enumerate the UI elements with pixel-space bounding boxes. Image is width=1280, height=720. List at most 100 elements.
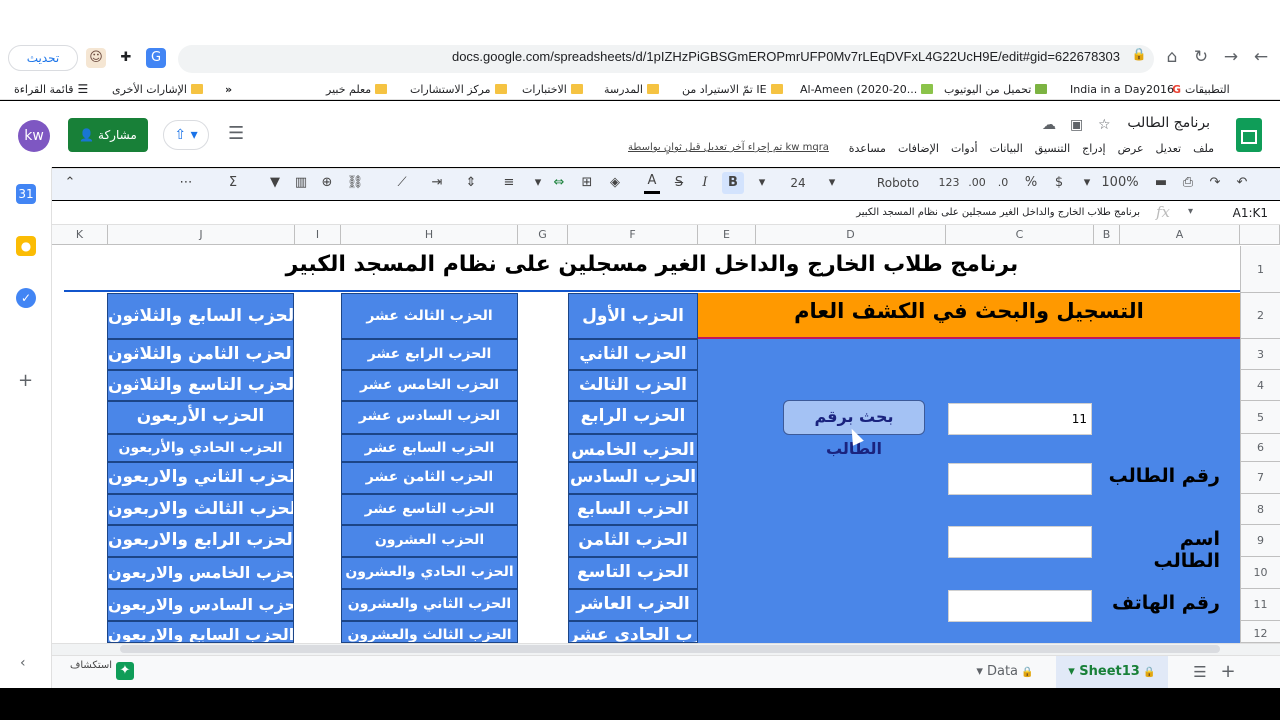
row-header-5[interactable]: 5 <box>1240 401 1280 434</box>
row-header-6[interactable]: 6 <box>1240 434 1280 462</box>
insert-comment-icon[interactable]: ⊕ <box>318 172 336 194</box>
column-header-j[interactable]: J <box>108 225 295 245</box>
decrease-decimal-button[interactable]: .0 <box>996 172 1010 194</box>
hizb-cell-j[interactable]: الحزب الثاني والاربعون <box>107 462 294 494</box>
translate-icon[interactable]: G <box>146 48 166 68</box>
url-text[interactable]: docs.google.com/spreadsheets/d/1pIZHzPiG… <box>200 49 1120 69</box>
menu-file[interactable]: ملف <box>1193 142 1214 155</box>
percent-format-button[interactable]: % <box>1024 172 1038 194</box>
menu-format[interactable]: التنسيق <box>1035 142 1070 155</box>
add-addon-icon[interactable]: + <box>18 370 33 391</box>
column-header-c[interactable]: C <box>946 225 1094 245</box>
update-button[interactable]: تحديث <box>8 45 78 71</box>
print-icon[interactable]: ⎙ <box>1178 172 1198 194</box>
row-header-3[interactable]: 3 <box>1240 339 1280 370</box>
hizb-cell-h[interactable]: الحزب الرابع عشر <box>341 339 518 370</box>
search-student-number-input[interactable]: 11 <box>948 403 1092 435</box>
text-wrap-icon[interactable]: ⇥ <box>428 172 446 194</box>
menu-data[interactable]: البيانات <box>990 142 1023 155</box>
menu-edit[interactable]: تعديل <box>1156 142 1182 155</box>
bookmark-ie[interactable]: تمّ الاستيراد من IE <box>682 80 783 98</box>
row-header-4[interactable]: 4 <box>1240 370 1280 401</box>
strikethrough-button[interactable]: S <box>672 172 686 194</box>
zoom-select[interactable]: 100% <box>1100 172 1140 194</box>
borders-icon[interactable]: ⊞ <box>578 172 596 194</box>
font-select[interactable]: Roboto <box>870 172 926 194</box>
name-box[interactable]: A1:K1 <box>1233 206 1268 220</box>
row-header-9[interactable]: 9 <box>1240 525 1280 557</box>
add-sheet-icon[interactable]: + <box>1216 656 1240 688</box>
hizb-cell-h[interactable]: الحزب الثالث عشر <box>341 293 518 339</box>
hizb-cell-f[interactable]: الحزب الخامس <box>568 434 698 462</box>
hizb-cell-j[interactable]: الحزب الثالث والاربعون <box>107 494 294 525</box>
row-header-11[interactable]: 11 <box>1240 589 1280 621</box>
more-formats-button[interactable]: 123 <box>934 172 964 194</box>
collapse-toolbar-icon[interactable]: ⌃ <box>62 172 78 194</box>
menu-addons[interactable]: الإضافات <box>898 142 939 155</box>
keep-icon[interactable]: ● <box>16 236 36 256</box>
extension-avatar-icon[interactable]: ☺ <box>86 48 106 68</box>
text-color-button[interactable]: A <box>644 172 660 194</box>
student-name-field[interactable] <box>948 526 1092 558</box>
formula-input[interactable]: برنامج طلاب الخارج والداخل الغير مسجلين … <box>690 207 1140 218</box>
column-header-b[interactable]: B <box>1094 225 1120 245</box>
insert-chart-icon[interactable]: ▥ <box>292 172 310 194</box>
hizb-cell-j[interactable]: الحزب الحادي والأربعون <box>107 434 294 462</box>
hizb-cell-h[interactable]: الحزب الثامن عشر <box>341 462 518 494</box>
bookmark-school[interactable]: المدرسة <box>604 80 659 98</box>
name-box-chevron-icon[interactable]: ▾ <box>1188 206 1193 217</box>
tab-data[interactable]: ▾ Data 🔒 <box>962 656 1048 688</box>
hizb-cell-f[interactable]: الحزب الأول <box>568 293 698 339</box>
undo-icon[interactable]: ↶ <box>1232 172 1252 194</box>
document-title[interactable]: برنامج الطالب <box>1127 115 1210 131</box>
phone-field[interactable] <box>948 590 1092 622</box>
currency-format-button[interactable]: $ <box>1052 172 1066 194</box>
vertical-align-icon[interactable]: ⇕ <box>462 172 480 194</box>
row-header-10[interactable]: 10 <box>1240 557 1280 589</box>
column-header-h[interactable]: H <box>341 225 518 245</box>
redo-icon[interactable]: ↷ <box>1205 172 1225 194</box>
comment-history-icon[interactable]: ☰ <box>228 123 244 144</box>
increase-decimal-button[interactable]: .00 <box>966 172 988 194</box>
size-chevron-icon[interactable]: ▾ <box>756 172 768 194</box>
column-header-f[interactable]: F <box>568 225 698 245</box>
hizb-cell-h[interactable]: الحزب السادس عشر <box>341 401 518 434</box>
horizontal-align-icon[interactable]: ≡ <box>500 172 518 194</box>
fill-color-icon[interactable]: ◈ <box>606 172 624 194</box>
sheets-logo-icon[interactable] <box>1236 118 1262 152</box>
hizb-cell-f[interactable]: الحزب السادس <box>568 462 698 494</box>
column-header-i[interactable]: I <box>295 225 341 245</box>
star-icon[interactable]: ☆ <box>1098 117 1111 133</box>
avatar[interactable]: kw <box>18 120 50 152</box>
horizontal-scroll-thumb[interactable] <box>120 645 1220 653</box>
merge-cells-icon[interactable]: ⇔ <box>550 172 568 194</box>
bookmark-apps[interactable]: G التطبيقات <box>1172 80 1230 98</box>
hizb-cell-j[interactable]: الحزب السادس والاربعون <box>107 589 294 621</box>
hizb-cell-h[interactable]: الحزب التاسع عشر <box>341 494 518 525</box>
hizb-cell-h[interactable]: الحزب الحادي والعشرون <box>341 557 518 589</box>
calendar-icon[interactable]: 31 <box>16 184 36 204</box>
row-header-1[interactable]: 1 <box>1240 246 1280 293</box>
hizb-cell-f[interactable]: الحزب الرابع <box>568 401 698 434</box>
all-sheets-icon[interactable]: ☰ <box>1188 656 1212 688</box>
puzzle-icon[interactable]: ✚ <box>116 48 136 68</box>
menu-tools[interactable]: أدوات <box>951 142 978 155</box>
bookmark-alameen[interactable]: Al-Ameen (2020-20... <box>800 80 934 98</box>
select-all-corner[interactable] <box>1240 225 1280 245</box>
chevron-down-icon[interactable]: ▾ <box>1080 172 1094 194</box>
paint-format-icon[interactable]: ▬ <box>1151 172 1171 194</box>
bookmark-other[interactable]: الإشارات الأخرى <box>112 80 203 98</box>
bookmark-india[interactable]: India in a Day2016 <box>1070 80 1174 98</box>
menu-insert[interactable]: إدراج <box>1082 142 1105 155</box>
reload-icon[interactable]: ↻ <box>1189 47 1213 67</box>
bold-button[interactable]: B <box>722 172 744 194</box>
hizb-cell-j[interactable]: الحزب التاسع والثلاثون <box>107 370 294 401</box>
row-header-12[interactable]: 12 <box>1240 621 1280 643</box>
italic-button[interactable]: I <box>698 172 712 194</box>
row-header-7[interactable]: 7 <box>1240 462 1280 494</box>
font-size-select[interactable]: 24 <box>786 172 810 194</box>
functions-button[interactable]: Σ <box>226 172 240 194</box>
chevron-down-icon[interactable]: ▾ <box>532 172 544 194</box>
present-button[interactable]: ⇧ ▾ <box>163 120 209 150</box>
hizb-cell-j[interactable]: الحزب السابع والاربعون <box>107 621 294 643</box>
